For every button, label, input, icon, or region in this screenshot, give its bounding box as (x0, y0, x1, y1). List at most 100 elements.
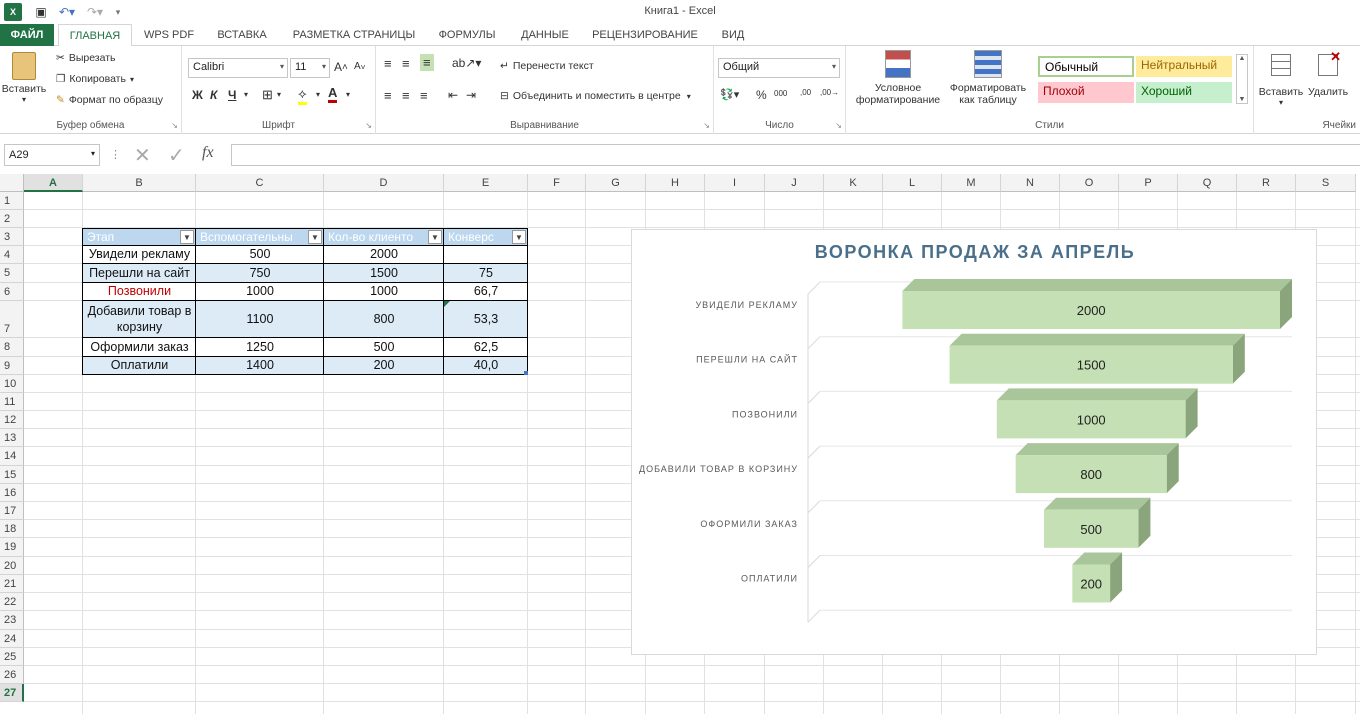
bold-button[interactable]: Ж (192, 88, 203, 102)
row-header-18[interactable]: 18 (0, 520, 24, 538)
decrease-decimal-icon[interactable]: ,00→ (820, 88, 839, 97)
styles-scroll[interactable]: ▲ ▼ (1236, 54, 1248, 104)
increase-indent-icon[interactable]: ⇥ (466, 88, 476, 102)
align-top-icon[interactable]: ≡ (384, 56, 392, 71)
fill-color-icon[interactable]: ⟡ (298, 86, 307, 105)
increase-font-icon[interactable]: A ˄ (334, 60, 348, 74)
cancel-icon[interactable]: ✕ (134, 143, 151, 168)
filter-dropdown-icon[interactable]: ▼ (308, 230, 322, 244)
percent-button[interactable]: % (756, 88, 767, 102)
align-right-icon[interactable]: ≡ (420, 88, 428, 103)
decrease-indent-icon[interactable]: ⇤ (448, 88, 458, 102)
paste-button[interactable]: Вставить ▾ (2, 52, 46, 104)
value-cell[interactable]: 2000 (324, 246, 444, 264)
tab-page-layout[interactable]: РАЗМЕТКА СТРАНИЦЫ (282, 24, 426, 46)
align-middle-icon[interactable]: ≡ (402, 56, 410, 71)
borders-icon[interactable]: ⊞ (262, 87, 273, 103)
format-as-table-button[interactable]: Форматировать как таблицу (946, 50, 1030, 106)
cut-button[interactable]: ✂ Вырезать (56, 52, 116, 64)
increase-decimal-button[interactable]: ,00 (800, 88, 811, 97)
column-header-G[interactable]: G (586, 174, 646, 192)
table-header[interactable]: Этап ▼ (83, 228, 196, 246)
column-header-M[interactable]: M (942, 174, 1001, 192)
row-header-13[interactable]: 13 (0, 429, 24, 447)
funnel-chart[interactable]: ВОРОНКА ПРОДАЖ ЗА АПРЕЛЬ УВИДЕЛИ РЕКЛАМУ 2… (631, 229, 1317, 655)
style-neutral[interactable]: Нейтральный (1136, 56, 1232, 77)
column-header-E[interactable]: E (444, 174, 528, 192)
delete-cells-button[interactable]: ✕ Удалить (1308, 49, 1358, 98)
row-header-14[interactable]: 14 (0, 447, 24, 466)
copy-button[interactable]: ❐ Копировать ▾ (56, 73, 134, 85)
value-cell[interactable]: 1000 (324, 283, 444, 301)
value-cell[interactable]: 1250 (196, 338, 324, 357)
value-cell[interactable]: 40,0 (444, 357, 528, 375)
align-bottom-icon[interactable]: ≡ (420, 54, 434, 71)
enter-icon[interactable]: ✓ (168, 143, 185, 168)
column-header-F[interactable]: F (528, 174, 586, 192)
table-header[interactable]: Конверс ▼ (444, 228, 528, 246)
stage-cell[interactable]: Добавили товар в корзину (83, 301, 196, 338)
row-header-3[interactable]: 3 (0, 228, 24, 246)
value-cell[interactable]: 1400 (196, 357, 324, 375)
tab-view[interactable]: ВИД (708, 24, 758, 46)
value-cell[interactable]: 1000 (196, 283, 324, 301)
tab-formulas[interactable]: ФОРМУЛЫ (430, 24, 504, 46)
column-header-R[interactable]: R (1237, 174, 1296, 192)
column-header-A[interactable]: A (24, 174, 83, 192)
underline-button[interactable]: Ч (228, 88, 236, 102)
font-launcher-icon[interactable]: ↘ (365, 121, 372, 130)
value-cell[interactable]: 200 (324, 357, 444, 375)
column-header-K[interactable]: K (824, 174, 883, 192)
font-size-select[interactable]: 11 ▾ (290, 58, 330, 78)
column-header-P[interactable]: P (1119, 174, 1178, 192)
row-header-24[interactable]: 24 (0, 630, 24, 648)
underline-arrow-icon[interactable]: ▾ (244, 90, 248, 99)
column-header-J[interactable]: J (765, 174, 824, 192)
row-header-23[interactable]: 23 (0, 611, 24, 630)
column-header-I[interactable]: I (705, 174, 765, 192)
column-header-L[interactable]: L (883, 174, 942, 192)
value-cell[interactable]: 1500 (324, 264, 444, 283)
tab-file[interactable]: ФАЙЛ (0, 24, 54, 46)
value-cell[interactable]: 66,7 (444, 283, 528, 301)
name-box[interactable]: A29 ▾ (4, 144, 100, 166)
value-cell[interactable]: 500 (196, 246, 324, 264)
column-header-N[interactable]: N (1001, 174, 1060, 192)
value-cell[interactable]: 750 (196, 264, 324, 283)
stage-cell[interactable]: Оформили заказ (83, 338, 196, 357)
row-header-20[interactable]: 20 (0, 557, 24, 575)
tab-wps-pdf[interactable]: WPS PDF (136, 24, 202, 46)
wrap-text-button[interactable]: ↵ Перенести текст (500, 60, 594, 72)
value-cell[interactable]: 500 (324, 338, 444, 357)
stage-cell[interactable]: Позвонили (83, 283, 196, 301)
value-cell[interactable]: 53,3 (444, 301, 528, 338)
font-color-arrow-icon[interactable]: ▾ (346, 90, 350, 99)
filter-dropdown-icon[interactable]: ▼ (428, 230, 442, 244)
style-bad[interactable]: Плохой (1038, 82, 1134, 103)
currency-icon[interactable]: 💱▾ (720, 88, 739, 101)
align-left-icon[interactable]: ≡ (384, 88, 392, 103)
table-resize-handle[interactable] (524, 371, 528, 375)
value-cell[interactable]: 62,5 (444, 338, 528, 357)
row-header-19[interactable]: 19 (0, 538, 24, 557)
row-header-12[interactable]: 12 (0, 411, 24, 429)
table-header[interactable]: Вспомогательны ▼ (196, 228, 324, 246)
italic-button[interactable]: К (210, 88, 217, 102)
stage-cell[interactable]: Перешли на сайт (83, 264, 196, 283)
number-launcher-icon[interactable]: ↘ (835, 121, 842, 130)
row-header-9[interactable]: 9 (0, 357, 24, 375)
font-name-select[interactable]: Calibri ▾ (188, 58, 288, 78)
value-cell[interactable]: 1100 (196, 301, 324, 338)
column-header-C[interactable]: C (196, 174, 324, 192)
tab-data[interactable]: ДАННЫЕ (508, 24, 582, 46)
style-normal[interactable]: Обычный (1038, 56, 1134, 77)
style-good[interactable]: Хороший (1136, 82, 1232, 103)
column-header-H[interactable]: H (646, 174, 705, 192)
merge-center-button[interactable]: ⊟ Объединить и поместить в центре ▾ (500, 90, 691, 102)
row-header-15[interactable]: 15 (0, 466, 24, 484)
row-header-2[interactable]: 2 (0, 210, 24, 228)
column-header-B[interactable]: B (83, 174, 196, 192)
align-center-icon[interactable]: ≡ (402, 88, 410, 103)
orientation-icon[interactable]: ab↗▾ (452, 56, 481, 70)
row-header-21[interactable]: 21 (0, 575, 24, 593)
